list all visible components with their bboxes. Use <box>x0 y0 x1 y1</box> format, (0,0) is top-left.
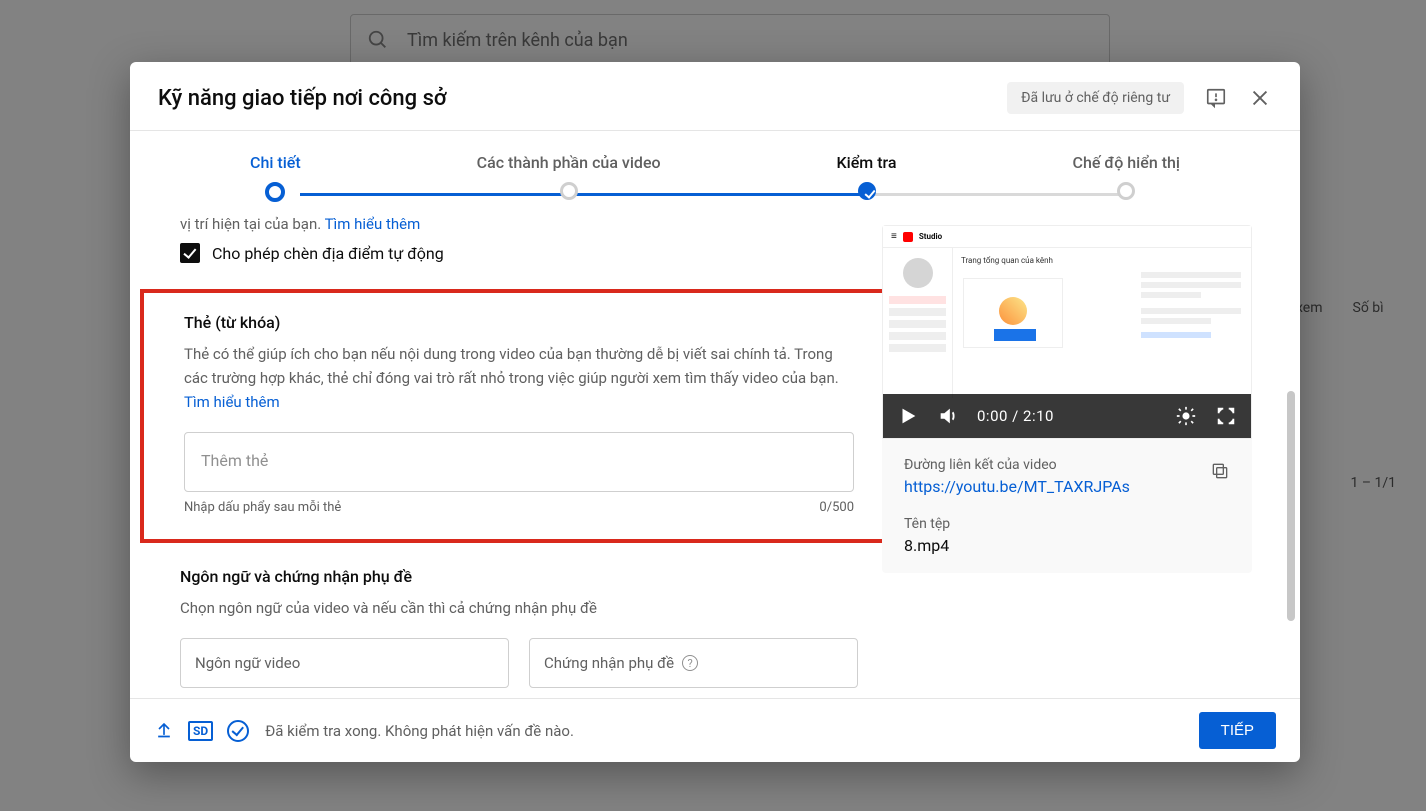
check-complete-icon <box>227 720 249 742</box>
file-name: 8.mp4 <box>904 536 1230 555</box>
scrollbar[interactable] <box>1282 209 1300 698</box>
step-visibility[interactable]: Chế độ hiển thị <box>1073 153 1181 209</box>
step-dot-icon <box>560 182 578 200</box>
volume-icon[interactable] <box>937 405 959 427</box>
lang-desc: Chọn ngôn ngữ của video và nếu cần thì c… <box>180 596 858 620</box>
modal-footer: SD Đã kiểm tra xong. Không phát hiện vấn… <box>130 698 1300 762</box>
auto-location-checkbox[interactable]: Cho phép chèn địa điểm tự động <box>180 243 858 263</box>
tags-desc: Thẻ có thể giúp ích cho bạn nếu nội dung… <box>184 342 854 414</box>
feedback-button[interactable] <box>1204 86 1228 110</box>
play-icon[interactable] <box>897 405 919 427</box>
select-label: Ngôn ngữ video <box>195 654 300 672</box>
tags-placeholder: Thêm thẻ <box>201 451 268 470</box>
close-button[interactable] <box>1248 86 1272 110</box>
checkbox-label: Cho phép chèn địa điểm tự động <box>212 244 444 263</box>
tags-counter: 0/500 <box>819 500 854 515</box>
learn-more-link[interactable]: Tìm hiểu thêm <box>325 215 421 233</box>
step-label: Các thành phần của video <box>477 153 661 172</box>
step-dot-icon <box>1117 182 1135 200</box>
upload-modal: Kỹ năng giao tiếp nơi công sở Đã lưu ở c… <box>130 62 1300 762</box>
tags-title: Thẻ (từ khóa) <box>184 313 854 332</box>
tags-learn-more-link[interactable]: Tìm hiểu thêm <box>184 393 280 411</box>
step-label: Kiểm tra <box>837 153 897 172</box>
preview-panel: ≡ Studio <box>882 209 1282 698</box>
stepper: Chi tiết Các thành phần của video Kiểm t… <box>130 131 1300 209</box>
select-label: Chứng nhận phụ đề <box>544 654 674 672</box>
sd-badge: SD <box>188 721 213 741</box>
copy-icon <box>1210 461 1230 481</box>
video-link[interactable]: https://youtu.be/MT_TAXRJPAs <box>904 477 1130 496</box>
modal-header: Kỹ năng giao tiếp nơi công sở Đã lưu ở c… <box>130 62 1300 130</box>
help-icon[interactable]: ? <box>682 655 698 671</box>
video-language-select[interactable]: Ngôn ngữ video <box>180 638 509 688</box>
step-details[interactable]: Chi tiết <box>250 153 301 209</box>
copy-link-button[interactable] <box>1210 461 1230 485</box>
caption-cert-select[interactable]: Chứng nhận phụ đề ? <box>529 638 858 688</box>
fullscreen-icon[interactable] <box>1215 405 1237 427</box>
file-label: Tên tệp <box>904 516 1230 532</box>
checkbox-icon <box>180 243 200 263</box>
step-checks[interactable]: Kiểm tra <box>837 153 897 209</box>
video-preview[interactable]: ≡ Studio <box>882 225 1252 439</box>
next-button[interactable]: TIẾP <box>1199 712 1276 749</box>
feedback-icon <box>1205 87 1227 109</box>
lang-title: Ngôn ngữ và chứng nhận phụ đề <box>180 567 858 586</box>
scrollbar-thumb[interactable] <box>1287 391 1295 621</box>
upload-icon <box>154 719 174 743</box>
tags-hint: Nhập dấu phẩy sau mỗi thẻ <box>184 500 341 515</box>
step-elements[interactable]: Các thành phần của video <box>477 153 661 209</box>
step-check-icon <box>858 182 876 200</box>
modal-title: Kỹ năng giao tiếp nơi công sở <box>158 86 447 111</box>
video-link-label: Đường liên kết của video <box>904 457 1130 473</box>
step-dot-icon <box>265 182 285 202</box>
video-time: 0:00 / 2:10 <box>977 407 1054 425</box>
details-scroll-area[interactable]: vị trí hiện tại của bạn. Tìm hiểu thêm C… <box>130 209 882 698</box>
gear-icon[interactable] <box>1175 405 1197 427</box>
location-line: vị trí hiện tại của bạn. Tìm hiểu thêm <box>180 215 858 233</box>
close-icon <box>1249 87 1271 109</box>
tags-highlight-box: Thẻ (từ khóa) Thẻ có thể giúp ích cho bạ… <box>140 289 882 543</box>
tags-input[interactable]: Thêm thẻ <box>184 432 854 492</box>
step-label: Chi tiết <box>250 153 301 172</box>
footer-status-msg: Đã kiểm tra xong. Không phát hiện vấn đề… <box>265 722 574 740</box>
save-status-pill: Đã lưu ở chế độ riêng tư <box>1007 82 1184 114</box>
step-label: Chế độ hiển thị <box>1073 153 1181 172</box>
